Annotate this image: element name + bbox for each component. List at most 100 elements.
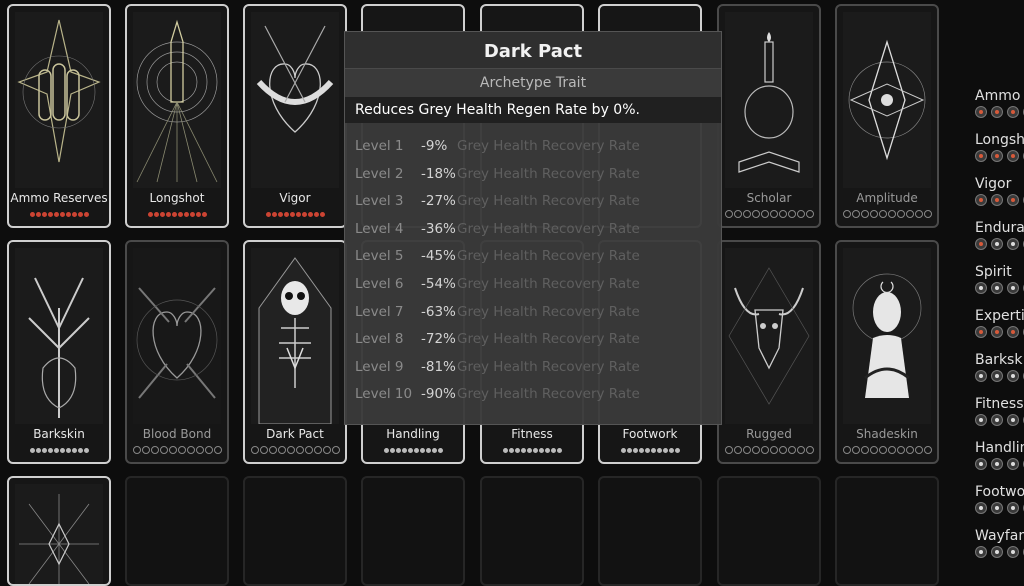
level-pip [65, 212, 71, 217]
scholar-art [725, 12, 813, 188]
level-desc: Grey Health Recovery Rate [457, 138, 640, 154]
summary-level-dot [975, 238, 987, 250]
summary-item: Fitness [975, 396, 1024, 426]
level-row: Level 9 -81%Grey Health Recovery Rate [355, 354, 711, 382]
trait-card-shadeskin[interactable]: Shadeskin [835, 240, 939, 464]
summary-item: Longsh [975, 132, 1024, 162]
level-row: Level 7 -63%Grey Health Recovery Rate [355, 299, 711, 327]
level-pip [860, 446, 869, 454]
level-desc: Grey Health Recovery Rate [457, 248, 640, 265]
longshot-art [133, 12, 221, 188]
summary-level-dot [991, 546, 1003, 558]
level-pip [508, 448, 514, 453]
trait-card-vigor[interactable]: Vigor [243, 4, 347, 228]
level-pip [632, 448, 638, 453]
level-pip [304, 446, 313, 454]
level-pip [159, 446, 168, 454]
trait-card-longshot[interactable]: Longshot [125, 4, 229, 228]
level-pip [842, 210, 851, 218]
level-pip [674, 448, 680, 453]
level-pip [431, 448, 437, 453]
tooltip-subtitle: Archetype Trait [345, 68, 721, 97]
level-pip [295, 212, 301, 217]
level-value: -63% [421, 303, 456, 320]
level-label: Level 4 [355, 220, 404, 237]
card-name: Amplitude [856, 191, 918, 205]
level-pip [787, 210, 796, 218]
level-pip [514, 448, 520, 453]
trait-card-blood-bond[interactable]: Blood Bond [125, 240, 229, 464]
card-name: Vigor [279, 191, 311, 205]
card-name: Fitness [511, 427, 553, 441]
level-pip [914, 210, 923, 218]
summary-level-dot [1007, 194, 1019, 206]
card-name: Blood Bond [142, 427, 212, 441]
level-pip [277, 446, 286, 454]
trait-card-dark-pact[interactable]: Dark Pact [243, 240, 347, 464]
trait-card-barkskin[interactable]: Barkskin [7, 240, 111, 464]
level-value: -45% [421, 248, 456, 265]
card-level-pips [604, 446, 696, 458]
level-pip [437, 448, 443, 453]
level-pip [283, 212, 289, 217]
card-level-pips [723, 446, 815, 458]
summary-level-dot [1007, 326, 1019, 338]
card-name: Handling [386, 427, 440, 441]
level-pip [733, 446, 742, 454]
card-name: Rugged [746, 427, 792, 441]
level-pip [171, 212, 177, 217]
level-desc: Grey Health Recovery Rate [457, 193, 640, 210]
level-row: Level 3 -27%Grey Health Recovery Rate [355, 188, 711, 216]
card-level-pips [131, 446, 223, 458]
summary-level-dot [975, 546, 987, 558]
summary-item: Barksk [975, 352, 1024, 382]
empty-card-slot [717, 476, 821, 586]
level-pip [733, 210, 742, 218]
level-pip [656, 448, 662, 453]
level-pip [778, 446, 787, 454]
level-pip [204, 446, 213, 454]
level-pip [53, 212, 59, 217]
level-pip [271, 212, 277, 217]
level-pip [796, 446, 805, 454]
level-pip [407, 448, 413, 453]
level-pip [259, 446, 268, 454]
empty-card-slot [480, 476, 584, 586]
level-pip [265, 212, 271, 217]
summary-level-dot [975, 502, 987, 514]
trait-card-scholar[interactable]: Scholar [717, 4, 821, 228]
level-pip [29, 448, 35, 453]
level-pip [153, 212, 159, 217]
trait-card-row3-1[interactable] [7, 476, 111, 586]
level-pip [905, 446, 914, 454]
summary-level-dot [991, 282, 1003, 294]
level-row: Level 10 -90%Grey Health Recovery Rate [355, 381, 711, 409]
level-pip [53, 448, 59, 453]
summary-level-dot [991, 194, 1003, 206]
level-value: -9% [421, 138, 448, 154]
level-desc: Grey Health Recovery Rate [457, 220, 640, 237]
summary-item: Handlin [975, 440, 1024, 470]
level-pip [860, 210, 869, 218]
card-level-pips [249, 446, 341, 458]
card-name: Shadeskin [856, 427, 918, 441]
empty-card-slot [598, 476, 702, 586]
summary-item: Endura [975, 220, 1024, 250]
level-pip [419, 448, 425, 453]
blood-bond-art [133, 248, 221, 424]
level-pip [77, 212, 83, 217]
trait-card-rugged[interactable]: Rugged [717, 240, 821, 464]
summary-level-dot [975, 194, 987, 206]
summary-item: Vigor [975, 176, 1024, 206]
level-pip [769, 210, 778, 218]
summary-level-dot [991, 238, 1003, 250]
trait-card-ammo-reserves[interactable]: Ammo Reserves [7, 4, 111, 228]
summary-level-dot [975, 414, 987, 426]
summary-item-name: Handlin [975, 440, 1024, 456]
level-pip [626, 448, 632, 453]
level-pip [769, 446, 778, 454]
summary-level-dot [975, 370, 987, 382]
ammo-reserves-art [15, 12, 103, 188]
trait-card-amplitude[interactable]: Amplitude [835, 4, 939, 228]
level-pip [526, 448, 532, 453]
